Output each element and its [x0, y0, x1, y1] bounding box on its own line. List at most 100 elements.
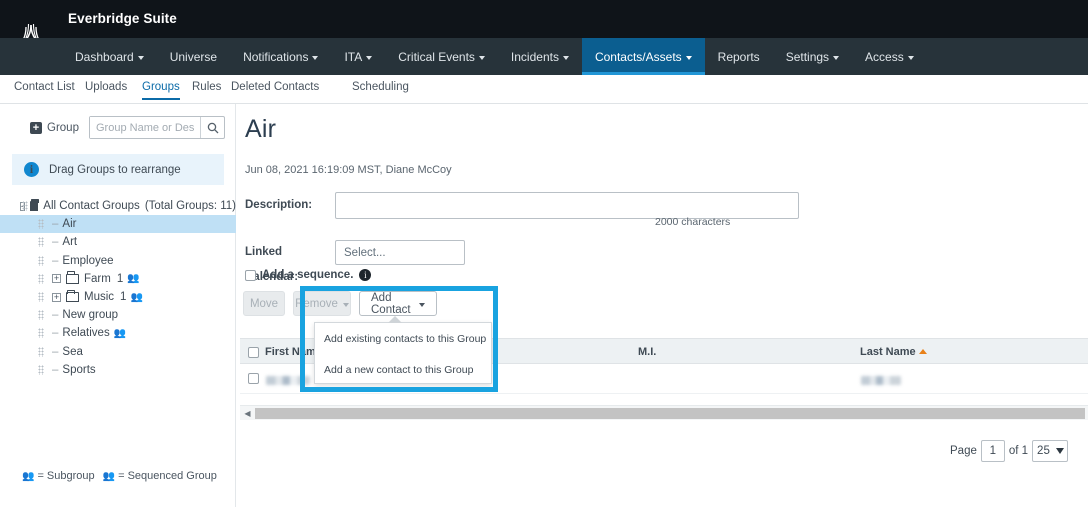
tab-groups[interactable]: Groups	[142, 81, 180, 100]
chevron-down-icon	[419, 302, 425, 307]
nav-item-label: Incidents	[510, 49, 559, 64]
description-char-count: 2000 characters	[655, 216, 731, 228]
drag-handle-icon[interactable]	[38, 310, 44, 321]
tab-contact-list[interactable]: Contact List	[14, 81, 75, 98]
nav-item-label: Critical Events	[398, 49, 475, 64]
info-icon: i	[24, 162, 39, 177]
contact-toolbar: Move Remove Add Contact	[243, 291, 437, 316]
sequenced-group-icon: 👥	[113, 327, 126, 339]
tab-deleted-contacts[interactable]: Deleted Contacts	[231, 81, 319, 98]
cell-first-name-redacted	[266, 376, 310, 385]
column-mi[interactable]: M.I.	[638, 346, 656, 358]
search-icon	[207, 122, 218, 133]
nav-item-critical-events[interactable]: Critical Events	[385, 38, 498, 75]
add-sequence-checkbox[interactable]	[245, 269, 256, 281]
nav-item-reports[interactable]: Reports	[705, 38, 773, 75]
nav-item-dashboard[interactable]: Dashboard	[62, 38, 157, 75]
drag-handle-icon[interactable]	[38, 328, 44, 339]
row-select-checkbox[interactable]	[248, 373, 259, 384]
description-label: Description:	[245, 199, 313, 211]
tree-item-label: Art	[62, 236, 78, 249]
info-icon[interactable]: i	[359, 269, 372, 281]
tree-item-label: Air	[62, 218, 77, 231]
tab-scheduling[interactable]: Scheduling	[352, 81, 409, 98]
groups-sidebar: Group i Drag Groups to rearrange -All Co…	[0, 104, 236, 507]
nav-item-contacts-assets[interactable]: Contacts/Assets	[581, 38, 705, 75]
nav-item-settings[interactable]: Settings	[773, 38, 852, 75]
folder-icon	[66, 289, 79, 303]
page-subtitle: Jun 08, 2021 16:19:09 MST, Diane McCoy	[245, 164, 452, 176]
tree-item-count: 1	[120, 291, 127, 304]
chevron-down-icon	[833, 55, 840, 60]
page-size-value: 25	[1037, 445, 1050, 457]
chevron-down-icon	[366, 55, 373, 60]
tree-item-label: Employee	[62, 254, 114, 267]
tab-uploads[interactable]: Uploads	[85, 81, 127, 98]
tree-leaf-dash-icon: –	[52, 254, 59, 267]
tree-item-music[interactable]: + Music 1 👥	[0, 288, 236, 306]
sequenced-group-icon: 👥	[102, 470, 115, 482]
page-label: Page	[950, 445, 977, 457]
suite-title: Everbridge Suite	[68, 11, 177, 26]
chevron-down-icon	[562, 55, 569, 60]
expand-icon[interactable]: +	[52, 274, 61, 284]
menu-item-add-new[interactable]: Add a new contact to this Group	[315, 354, 491, 385]
tree-item-art[interactable]: – Art	[0, 233, 236, 251]
drag-handle-icon[interactable]	[38, 237, 44, 248]
description-input[interactable]	[335, 192, 799, 219]
add-group-button[interactable]: Group	[30, 122, 79, 134]
drag-handle-icon[interactable]	[38, 273, 44, 284]
tree-item-relatives[interactable]: – Relatives 👥	[0, 324, 236, 342]
tab-rules[interactable]: Rules	[192, 81, 221, 98]
drag-handle-icon[interactable]	[22, 201, 28, 212]
tree-item-employee[interactable]: – Employee	[0, 252, 236, 270]
nav-item-incidents[interactable]: Incidents	[498, 38, 582, 75]
drag-handle-icon[interactable]	[38, 364, 44, 375]
group-search-input[interactable]	[90, 117, 200, 138]
drag-hint-banner: i Drag Groups to rearrange	[12, 154, 224, 185]
scrollbar-thumb[interactable]	[255, 407, 1085, 419]
tree-item-new-group[interactable]: – New group	[0, 306, 236, 324]
nav-item-access[interactable]: Access	[852, 38, 927, 75]
nav-item-ita[interactable]: ITA	[331, 38, 385, 75]
nav-item-label: Contacts/Assets	[594, 49, 682, 64]
drag-handle-icon[interactable]	[38, 255, 44, 266]
menu-item-add-existing[interactable]: Add existing contacts to this Group	[315, 323, 491, 354]
group-search-box	[89, 116, 225, 139]
remove-button[interactable]: Remove	[293, 291, 351, 316]
nav-item-notifications[interactable]: Notifications	[230, 38, 331, 75]
drag-handle-icon[interactable]	[38, 292, 44, 303]
subgroup-icon: 👥	[130, 291, 142, 303]
move-button[interactable]: Move	[243, 291, 285, 316]
drag-hint-text: Drag Groups to rearrange	[49, 163, 181, 176]
table-horizontal-scrollbar[interactable]: ◀	[240, 405, 1088, 420]
tree-item-all-contact-groups[interactable]: -All Contact Groups(Total Groups: 11)	[0, 197, 236, 215]
page-number-input[interactable]	[980, 440, 1005, 462]
add-sequence-row: Add a sequence. i	[245, 269, 372, 281]
page-size-select[interactable]: 25	[1032, 440, 1069, 462]
tree-item-label: Music	[84, 291, 115, 304]
scroll-left-arrow-icon[interactable]: ◀	[240, 406, 255, 421]
tree-item-label: All Contact Groups	[43, 200, 140, 213]
drag-handle-icon[interactable]	[38, 219, 44, 230]
tree-leaf-dash-icon: –	[52, 236, 59, 249]
nav-item-universe[interactable]: Universe	[157, 38, 230, 75]
tree-item-sea[interactable]: – Sea	[0, 343, 236, 361]
page-title: Air	[245, 115, 277, 143]
expand-icon[interactable]: +	[52, 292, 61, 302]
column-last-name[interactable]: Last Name	[860, 346, 927, 358]
cell-last-name-redacted	[861, 376, 901, 385]
nav-item-label: ITA	[344, 49, 363, 64]
add-contact-button[interactable]: Add Contact	[359, 291, 437, 316]
tree-item-sports[interactable]: – Sports	[0, 361, 236, 379]
tree-item-air[interactable]: – Air	[0, 215, 236, 234]
move-button-label: Move	[249, 297, 279, 310]
chevron-down-icon	[137, 55, 144, 60]
search-button[interactable]	[200, 117, 224, 138]
tree-item-farm[interactable]: + Farm 1 👥	[0, 270, 236, 288]
linked-calendar-select[interactable]: Select...	[335, 240, 465, 265]
drag-handle-icon[interactable]	[38, 346, 44, 357]
chevron-down-icon	[312, 55, 319, 60]
tree-item-label: New group	[62, 309, 119, 322]
select-all-checkbox[interactable]	[248, 347, 259, 358]
